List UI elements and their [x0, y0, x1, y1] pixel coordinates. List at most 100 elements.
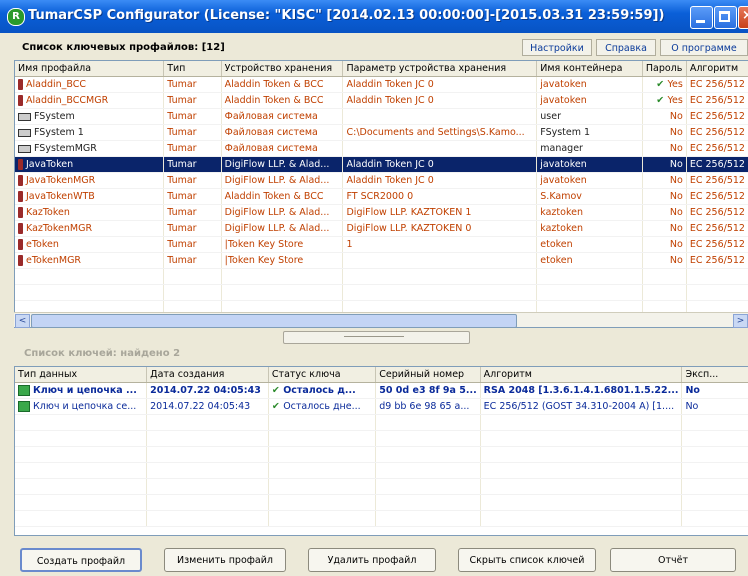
delete-profile-button[interactable]: Удалить профайл: [308, 548, 436, 572]
token-icon: [18, 239, 23, 250]
filesystem-icon: [18, 112, 31, 121]
profile-name-text: Aladdin_BCCMGR: [26, 95, 109, 106]
profile-cell-name: JavaToken: [15, 156, 165, 173]
profile-cell-param: [342, 252, 538, 269]
profiles-column-header[interactable]: Тип: [163, 61, 222, 77]
key-algo-text: EC 256/512 (GOST 34.310-2004 A) [1....: [483, 401, 675, 412]
key-cell-serial: 50 0d e3 8f 9a 5...: [375, 382, 481, 399]
profile-cell-password: No: [642, 108, 687, 125]
create-profile-button[interactable]: Создать профайл: [20, 548, 142, 572]
scroll-right-icon[interactable]: >: [733, 314, 748, 328]
empty-cell: [686, 284, 748, 301]
empty-cell: [15, 414, 148, 431]
report-button[interactable]: Отчёт: [610, 548, 736, 572]
maximize-button[interactable]: [714, 6, 737, 29]
hide-keys-button[interactable]: Скрыть список ключей: [458, 548, 596, 572]
profiles-column-header[interactable]: Имя профайла: [15, 61, 165, 77]
profile-row[interactable]: JavaTokenWTB Tumar Aladdin Token & BCC FT S…: [15, 188, 748, 205]
profile-cell-algo: EC 256/512: [686, 172, 748, 189]
about-button[interactable]: О программе: [660, 39, 748, 56]
profile-name-text: Aladdin_BCC: [26, 79, 87, 90]
empty-cell: [375, 446, 481, 463]
check-icon: ✔: [271, 385, 284, 396]
profile-row[interactable]: KazTokenMGR Tumar DigiFlow LLP. & Alad... D…: [15, 220, 748, 237]
empty-row: [15, 268, 748, 285]
profile-cell-type: Tumar: [163, 124, 222, 141]
profile-cell-password: ✔ Yes: [642, 92, 687, 109]
profile-row[interactable]: eTokenMGR Tumar |Token Key Store etoken No EC…: [15, 252, 748, 269]
profile-cell-algo: EC 256/512: [686, 124, 748, 141]
keys-column-header[interactable]: Тип данных: [15, 367, 148, 383]
profiles-column-header[interactable]: Имя контейнера: [536, 61, 643, 77]
empty-cell: [480, 446, 683, 463]
profile-row[interactable]: FSystem Tumar Файловая система user No EC 256…: [15, 108, 748, 125]
empty-cell: [480, 494, 683, 511]
profile-cell-param: 1: [342, 236, 538, 253]
scrollbar-thumb[interactable]: [31, 314, 517, 328]
profile-cell-algo: EC 256/512: [686, 204, 748, 221]
profile-device-text: Aladdin Token & BCC: [224, 95, 324, 106]
profile-cell-name: Aladdin_BCC: [15, 76, 165, 93]
empty-cell: [146, 494, 269, 511]
edit-profile-button[interactable]: Изменить профайл: [164, 548, 286, 572]
close-button[interactable]: ×: [738, 6, 748, 29]
keys-column-header[interactable]: Эксп...: [681, 367, 748, 383]
profile-cell-name: KazTokenMGR: [15, 220, 165, 237]
keys-column-header[interactable]: Серийный номер: [375, 367, 481, 383]
profile-cell-algo: EC 256/512: [686, 108, 748, 125]
profile-password-text: No: [669, 159, 683, 170]
profiles-column-header[interactable]: Алгоритм: [686, 61, 748, 77]
profile-cell-type: Tumar: [163, 140, 222, 157]
profile-container-text: kaztoken: [540, 223, 583, 234]
empty-cell: [146, 462, 269, 479]
profile-row[interactable]: KazToken Tumar DigiFlow LLP. & Alad... Digi…: [15, 204, 748, 221]
profile-row[interactable]: FSystemMGR Tumar Файловая система manager No…: [15, 140, 748, 157]
keys-table[interactable]: Тип данных Дата создания Статус ключа Серий…: [14, 366, 748, 536]
profile-cell-device: |Token Key Store: [221, 236, 344, 253]
profile-row[interactable]: JavaToken Tumar DigiFlow LLP. & Alad... Ala…: [15, 156, 748, 173]
profile-name-text: eToken: [26, 239, 59, 250]
profile-type-text: Tumar: [167, 191, 197, 202]
profiles-column-header[interactable]: Параметр устройства хранения: [342, 61, 538, 77]
profile-type-text: Tumar: [167, 207, 197, 218]
profile-name-text: FSystem: [34, 111, 75, 122]
profile-row[interactable]: FSystem 1 Tumar Файловая система C:\Documen…: [15, 124, 748, 141]
profile-count-label: Список ключевых профайлов: [12]: [22, 42, 225, 53]
minimize-button[interactable]: [690, 6, 713, 29]
profiles-column-header[interactable]: Пароль: [642, 61, 687, 77]
horizontal-scrollbar[interactable]: < >: [14, 312, 748, 328]
profile-password-text: No: [669, 111, 683, 122]
empty-cell: [536, 284, 643, 301]
scroll-left-icon[interactable]: <: [15, 314, 30, 328]
profile-device-text: Aladdin Token & BCC: [224, 191, 324, 202]
empty-cell: [480, 430, 683, 447]
profile-row[interactable]: JavaTokenMGR Tumar DigiFlow LLP. & Alad...…: [15, 172, 748, 189]
profile-cell-device: Aladdin Token & BCC: [221, 92, 344, 109]
empty-cell: [375, 430, 481, 447]
panel-splitter[interactable]: [283, 331, 470, 344]
token-icon: [18, 175, 23, 186]
profile-row[interactable]: Aladdin_BCCMGR Tumar Aladdin Token & BCC Al…: [15, 92, 748, 109]
help-button[interactable]: Справка: [596, 39, 656, 56]
keys-column-header[interactable]: Алгоритм: [480, 367, 683, 383]
profile-param-text: Aladdin Token JC 0: [346, 95, 434, 106]
profile-cell-container: kaztoken: [536, 204, 643, 221]
key-row[interactable]: Ключ и цепочка ... 2014.07.22 04:05:43 ✔ О…: [15, 382, 748, 399]
profile-name-text: FSystem 1: [34, 127, 84, 138]
profiles-table[interactable]: Имя профайла Тип Устройство хранения Параме…: [14, 60, 748, 328]
profiles-column-header[interactable]: Устройство хранения: [221, 61, 344, 77]
profile-algo-text: EC 256/512: [689, 79, 745, 90]
profile-container-text: javatoken: [540, 175, 587, 186]
settings-button[interactable]: Настройки: [522, 39, 592, 56]
token-icon: [18, 191, 23, 202]
profile-algo-text: EC 256/512: [689, 111, 745, 122]
empty-cell: [221, 268, 344, 285]
profile-row[interactable]: eToken Tumar |Token Key Store 1 etoken No EC 2…: [15, 236, 748, 253]
profile-cell-password: No: [642, 188, 687, 205]
profile-row[interactable]: Aladdin_BCC Tumar Aladdin Token & BCC Aladd…: [15, 76, 748, 93]
keys-column-header[interactable]: Дата создания: [146, 367, 269, 383]
empty-cell: [536, 268, 643, 285]
keys-column-header[interactable]: Статус ключа: [268, 367, 377, 383]
key-row[interactable]: Ключ и цепочка се... 2014.07.22 04:05:43 ✔…: [15, 398, 748, 415]
profile-type-text: Tumar: [167, 95, 197, 106]
